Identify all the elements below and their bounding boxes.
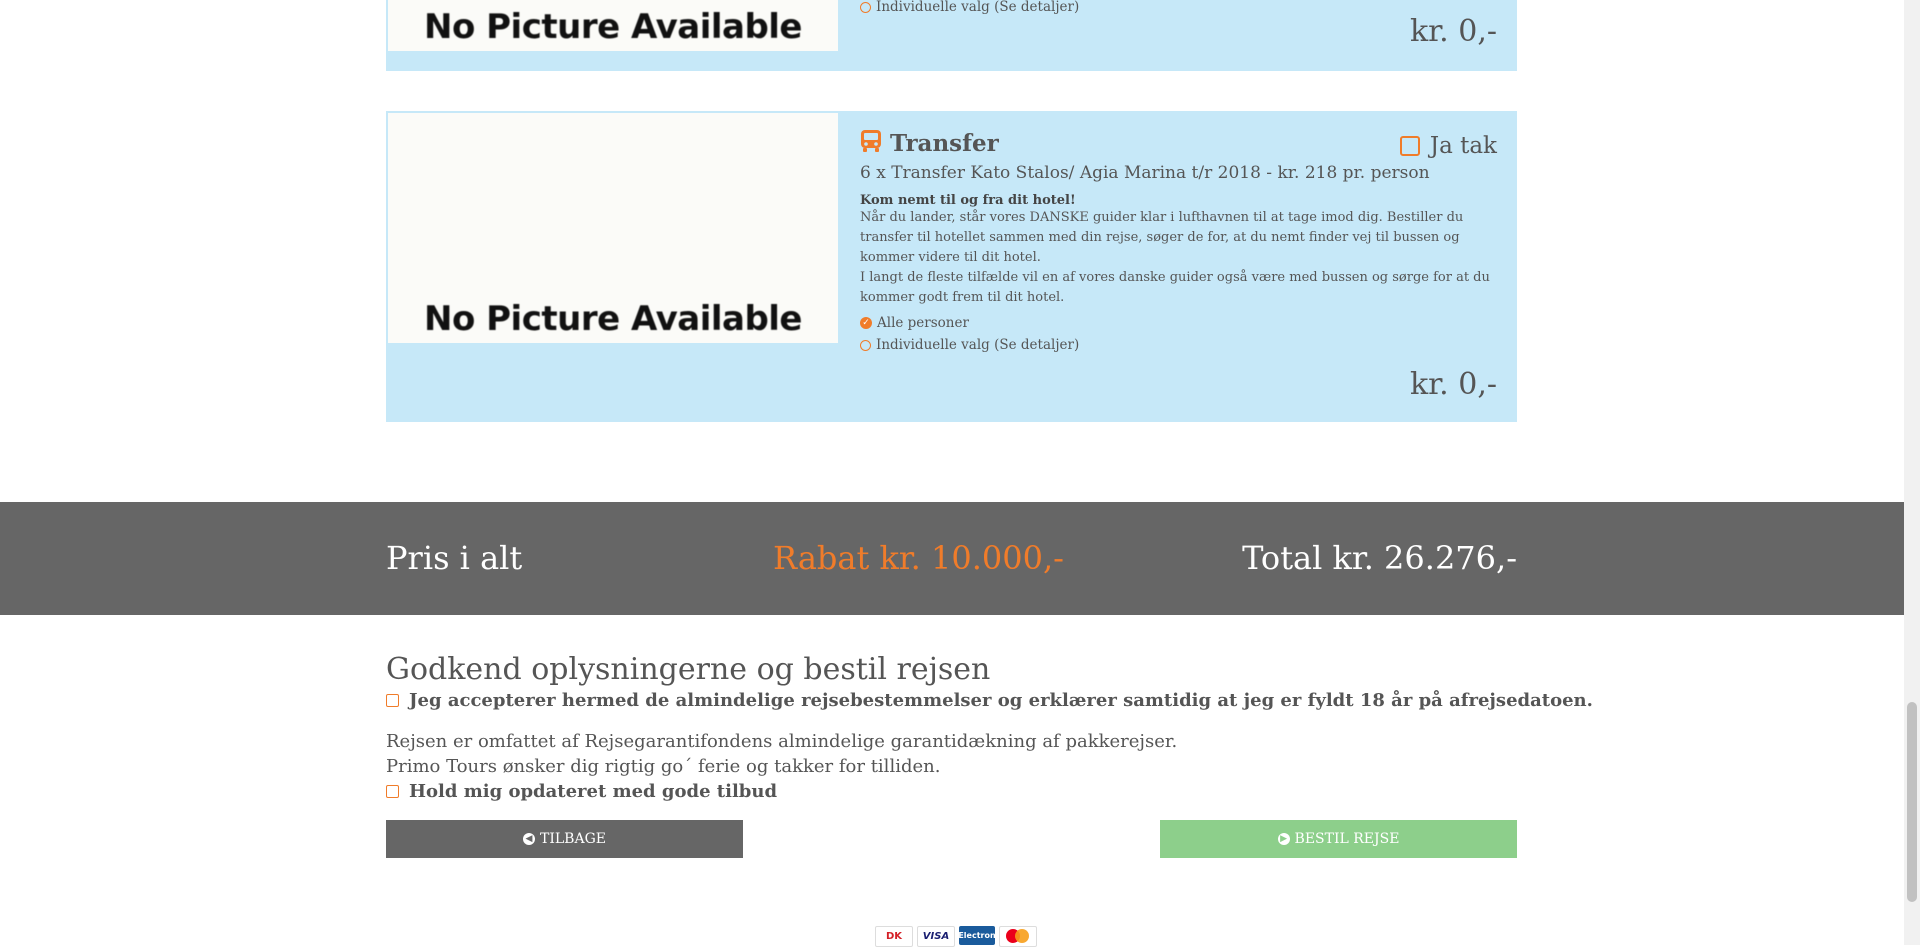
- option-individual-label: Individuelle valg (Se detaljer): [876, 337, 1080, 353]
- total-price-band: Pris i alt Rabat kr. 10.000,- Total kr. …: [0, 502, 1904, 615]
- thanks-text: Primo Tours ønsker dig rigtig go´ ferie …: [386, 756, 941, 777]
- card-price: kr. 0,-: [1409, 14, 1497, 49]
- product-card-previous: No Picture Available Individuelle valg (…: [386, 0, 1517, 71]
- visa-electron-logo: Electron: [958, 926, 996, 945]
- payment-methods: DK VISA Electron: [875, 926, 1037, 947]
- accept-terms-checkbox[interactable]: Jeg accepterer hermed de almindelige rej…: [386, 690, 1593, 711]
- checkbox-icon[interactable]: [1399, 136, 1420, 156]
- checkbox-icon[interactable]: [386, 694, 399, 707]
- guarantee-text: Rejsen er omfattet af Rejsegarantifonden…: [386, 731, 1178, 752]
- card-subtitle: 6 x Transfer Kato Stalos/ Agia Marina t/…: [860, 163, 1430, 183]
- product-image-placeholder: No Picture Available: [388, 0, 838, 51]
- opt-in-label: Ja tak: [1429, 133, 1497, 159]
- discount-amount: Rabat kr. 10.000,-: [773, 539, 1064, 577]
- description-heading: Kom nemt til og fra dit hotel!: [860, 193, 1076, 208]
- product-image-placeholder: No Picture Available: [388, 113, 838, 343]
- back-button-label: TILBAGE: [540, 831, 606, 847]
- visa-logo: VISA: [917, 926, 955, 947]
- check-circle-icon[interactable]: ✓: [860, 317, 872, 329]
- option-individual[interactable]: Individuelle valg (Se detaljer): [860, 0, 1497, 18]
- back-button[interactable]: ◀ TILBAGE: [386, 820, 743, 858]
- total-amount: Total kr. 26.276,-: [1242, 539, 1517, 577]
- description-paragraph: I langt de fleste tilfælde vil en af vor…: [860, 270, 1490, 305]
- card-price: kr. 0,-: [1409, 367, 1497, 402]
- option-individual-label: Individuelle valg (Se detaljer): [876, 0, 1080, 15]
- scrollbar[interactable]: [1904, 0, 1920, 945]
- approve-heading: Godkend oplysningerne og bestil rejsen: [386, 652, 991, 687]
- opt-in-checkbox[interactable]: Ja tak: [1399, 133, 1497, 159]
- radio-empty-icon[interactable]: [860, 1, 871, 13]
- newsletter-label: Hold mig opdateret med gode tilbud: [409, 781, 778, 802]
- accept-terms-label: Jeg accepterer hermed de almindelige rej…: [409, 690, 1593, 711]
- arrow-right-circle-icon: ▶: [1277, 833, 1290, 845]
- bus-icon: [860, 129, 882, 157]
- checkbox-icon[interactable]: [386, 785, 399, 798]
- total-label: Pris i alt: [386, 539, 523, 577]
- order-button-label: BESTIL REJSE: [1294, 831, 1400, 847]
- order-trip-button[interactable]: ▶ BESTIL REJSE: [1160, 820, 1517, 858]
- no-picture-text: No Picture Available: [423, 299, 803, 339]
- radio-empty-icon[interactable]: [860, 339, 871, 351]
- card-title: Transfer: [890, 129, 999, 157]
- newsletter-checkbox[interactable]: Hold mig opdateret med gode tilbud: [386, 781, 777, 802]
- option-individual[interactable]: Individuelle valg (Se detaljer): [860, 334, 1497, 356]
- arrow-left-circle-icon: ◀: [523, 833, 536, 845]
- description-paragraph: Når du lander, står vores DANSKE guider …: [860, 210, 1464, 265]
- product-card-transfer: No Picture Available Ja tak Transfer 6 x…: [386, 111, 1517, 422]
- dankort-logo: DK: [875, 926, 913, 947]
- mastercard-logo: [999, 926, 1037, 947]
- option-all-persons[interactable]: ✓ Alle personer: [860, 312, 1497, 334]
- no-picture-text: No Picture Available: [423, 7, 803, 47]
- option-all-label: Alle personer: [877, 315, 969, 331]
- scrollbar-thumb[interactable]: [1907, 702, 1917, 902]
